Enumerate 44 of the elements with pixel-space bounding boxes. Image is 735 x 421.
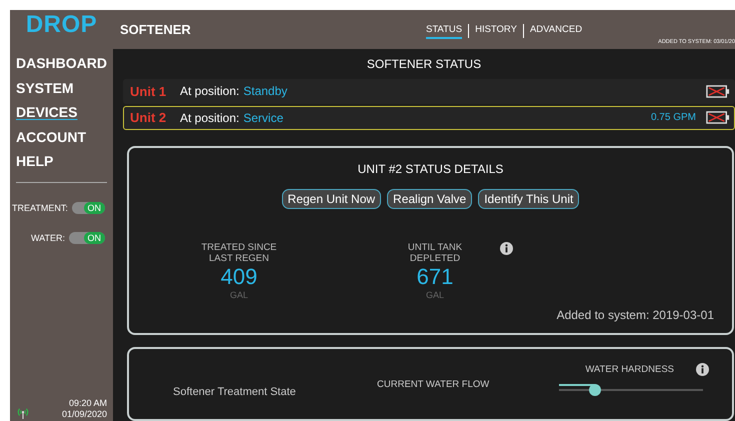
unit-row[interactable]: Unit 1 At position: Standby <box>123 78 735 104</box>
slider-thumb[interactable] <box>589 384 601 396</box>
nav-item[interactable]: DASHBOARD <box>16 51 107 76</box>
action-button[interactable]: Realign Valve <box>387 189 472 210</box>
added-date-text: Added to system: 2019-03-01 <box>556 308 714 322</box>
tab[interactable]: STATUS <box>426 22 462 40</box>
section-title: SOFTENER STATUS <box>366 56 482 73</box>
position-value: Service <box>243 110 284 125</box>
unit-name: Unit 2 <box>130 110 168 126</box>
stat-value: 409 <box>220 264 258 290</box>
info-icon[interactable] <box>696 363 709 376</box>
battery-empty-icon <box>706 111 730 124</box>
tab[interactable]: ADVANCED <box>530 22 582 40</box>
stat-label: UNTIL TANK DEPLETED <box>406 242 464 264</box>
treatment-state-label: Softener Treatment State <box>173 386 296 398</box>
stat-unit: GAL <box>230 290 248 300</box>
toggle-label: WATER: <box>31 232 65 242</box>
unit-name: Unit 1 <box>130 84 168 99</box>
signal-icon <box>16 407 30 419</box>
action-button[interactable]: Regen Unit Now <box>282 189 382 210</box>
date-text: 01/09/2020 <box>62 409 107 420</box>
nav-item[interactable]: SYSTEM <box>16 76 107 100</box>
logo: DROP <box>24 10 98 40</box>
flow-value: 0.75 GPM <box>650 112 696 124</box>
position-label: At position: <box>180 84 240 98</box>
nav-item[interactable]: ACCOUNT <box>16 124 107 149</box>
time-text: 09:20 AM <box>68 398 107 409</box>
toggle-label: TREATMENT: <box>12 202 68 212</box>
unit-row[interactable]: Unit 2 At position: Service 0.75 GPM <box>123 106 735 130</box>
water-hardness-label: WATER HARDNESS <box>585 364 674 376</box>
stat-unit: GAL <box>426 290 444 300</box>
nav-item[interactable]: DEVICES <box>16 100 107 124</box>
position-value: Standby <box>243 84 288 98</box>
stat-label: TREATED SINCE LAST REGEN <box>200 242 278 264</box>
action-button[interactable]: Identify This Unit <box>478 189 580 210</box>
tab[interactable]: HISTORY <box>475 22 517 40</box>
card-title: UNIT #2 STATUS DETAILS <box>358 162 504 176</box>
page-title: SOFTENER <box>120 22 192 37</box>
position-label: At position: <box>180 110 240 125</box>
nav-item[interactable]: HELP <box>16 149 107 174</box>
info-icon[interactable] <box>500 242 513 256</box>
water-flow-label: CURRENT WATER FLOW <box>377 379 490 390</box>
stat-value: 671 <box>416 264 454 290</box>
battery-empty-icon <box>706 84 730 98</box>
